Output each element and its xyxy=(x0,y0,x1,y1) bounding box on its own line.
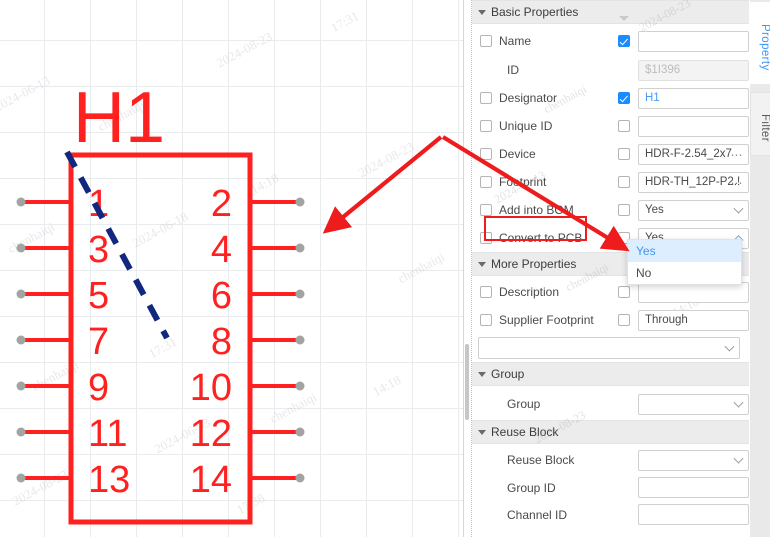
chevron-down-icon xyxy=(733,453,744,464)
panel-content: 2024-08-23 chenhaiqi 17:31 2024-06-13 ch… xyxy=(472,0,749,537)
annotation-arrow-left xyxy=(322,135,443,234)
row-label: Unique ID xyxy=(499,119,553,133)
supplier-footprint-enable-checkbox[interactable] xyxy=(618,314,630,326)
more-options-icon[interactable]: ⋯ xyxy=(731,176,744,190)
designator-enable-checkbox[interactable] xyxy=(618,92,630,104)
row-device: Device HDR-F-2.54_2x7 ⋯ xyxy=(472,140,749,168)
tab-property[interactable]: Property xyxy=(750,2,770,84)
device-label-checkbox[interactable] xyxy=(480,148,492,160)
unique-id-enable-checkbox[interactable] xyxy=(618,120,630,132)
description-enable-checkbox[interactable] xyxy=(618,286,630,298)
section-header-basic-properties[interactable]: Basic Properties xyxy=(472,0,749,24)
panel-tab-strip: Property Filter xyxy=(750,0,770,537)
section-body-more-properties: Description Supplier Footprint Through xyxy=(472,276,749,362)
row-label: Device xyxy=(499,147,536,161)
row-label: Footprint xyxy=(499,175,547,189)
group-select[interactable] xyxy=(638,393,749,415)
footprint-value: HDR-TH_12P-P2.! xyxy=(645,176,741,188)
row-label: Add into BOM xyxy=(499,203,574,217)
row-channel-id: Channel ID xyxy=(472,501,749,528)
row-footprint: Footprint HDR-TH_12P-P2.! ⋯ xyxy=(472,168,749,196)
row-label: Channel ID xyxy=(507,507,568,522)
name-enable-checkbox[interactable] xyxy=(618,35,630,47)
row-supplier-footprint: Supplier Footprint Through xyxy=(472,306,749,334)
row-label: ID xyxy=(507,63,519,77)
row-label: Description xyxy=(499,285,560,299)
row-label: Name xyxy=(499,34,532,48)
row-group: Group xyxy=(472,388,749,420)
row-group-id: Group ID xyxy=(472,474,749,501)
chevron-down-icon xyxy=(724,341,735,352)
convert-to-pcb-label-checkbox[interactable] xyxy=(480,232,492,244)
add-into-bom-label-checkbox[interactable] xyxy=(480,204,492,216)
add-into-bom-select[interactable]: Yes xyxy=(638,199,749,221)
device-value: HDR-F-2.54_2x7 xyxy=(645,148,732,160)
more-options-icon[interactable]: ⋯ xyxy=(731,148,744,162)
chevron-down-icon xyxy=(733,203,744,214)
description-label-checkbox[interactable] xyxy=(480,286,492,298)
chevron-down-icon xyxy=(478,372,486,377)
row-label: Convert to PCB xyxy=(499,231,583,245)
chevron-down-icon xyxy=(478,430,486,435)
panel-scrollbar-thumb[interactable] xyxy=(465,344,469,420)
group-id-input[interactable] xyxy=(638,477,749,498)
footprint-input[interactable]: HDR-TH_12P-P2.! ⋯ xyxy=(638,171,749,193)
footprint-enable-checkbox[interactable] xyxy=(618,176,630,188)
device-input[interactable]: HDR-F-2.54_2x7 ⋯ xyxy=(638,143,749,165)
reuse-block-select[interactable] xyxy=(638,449,749,471)
section-title: More Properties xyxy=(491,257,577,271)
id-input: $1I396 xyxy=(638,59,749,81)
unique-id-input[interactable] xyxy=(638,115,749,137)
section-body-group: Group xyxy=(472,386,749,420)
collapse-triangle-icon[interactable] xyxy=(619,16,629,21)
row-id: ID $1I396 xyxy=(472,56,749,84)
section-body-basic-properties: Name ID $1I396 Designator H1 Unique ID D… xyxy=(472,16,749,252)
section-header-reuse-block[interactable]: Reuse Block xyxy=(472,420,749,444)
name-label-checkbox[interactable] xyxy=(480,35,492,47)
designator-input[interactable]: H1 xyxy=(638,87,749,109)
row-label: Group ID xyxy=(507,480,556,495)
section-header-group[interactable]: Group xyxy=(472,362,749,386)
chevron-down-icon xyxy=(733,397,744,408)
add-into-bom-value: Yes xyxy=(645,204,664,216)
property-panel: 2024-08-23 chenhaiqi 17:31 2024-06-13 ch… xyxy=(463,0,770,537)
chevron-down-icon xyxy=(478,10,486,15)
row-extra-select xyxy=(472,334,749,362)
tab-filter[interactable]: Filter xyxy=(750,92,770,156)
row-name: Name xyxy=(472,26,749,56)
supplier-footprint-label-checkbox[interactable] xyxy=(480,314,492,326)
chevron-down-icon xyxy=(478,262,486,267)
add-into-bom-enable-checkbox[interactable] xyxy=(618,204,630,216)
unique-id-label-checkbox[interactable] xyxy=(480,120,492,132)
name-input[interactable] xyxy=(638,30,749,52)
row-unique-id: Unique ID xyxy=(472,112,749,140)
supplier-footprint-input[interactable]: Through xyxy=(638,309,749,331)
row-add-into-bom: Add into BOM Yes xyxy=(472,196,749,224)
convert-to-pcb-dropdown-list[interactable]: Yes No xyxy=(627,239,742,285)
dropdown-option-yes[interactable]: Yes xyxy=(628,240,741,262)
section-title: Basic Properties xyxy=(491,5,579,19)
designator-label-checkbox[interactable] xyxy=(480,92,492,104)
section-title: Reuse Block xyxy=(491,425,559,439)
panel-scrollbar-track[interactable] xyxy=(464,0,472,537)
row-label: Group xyxy=(507,397,541,411)
dropdown-option-no[interactable]: No xyxy=(628,262,741,284)
channel-id-input[interactable] xyxy=(638,504,749,525)
app-root: 2024-06-13 chenhaiqi 2024-08-23 17:31 ch… xyxy=(0,0,770,537)
row-reuse-block: Reuse Block xyxy=(472,446,749,474)
section-body-reuse-block: Reuse Block Group ID Channel ID xyxy=(472,444,749,528)
section-title: Group xyxy=(491,367,525,381)
device-enable-checkbox[interactable] xyxy=(618,148,630,160)
row-label: Designator xyxy=(499,91,558,105)
footprint-label-checkbox[interactable] xyxy=(480,176,492,188)
extra-select[interactable] xyxy=(478,337,740,359)
row-label: Supplier Footprint xyxy=(499,313,594,327)
schematic-canvas[interactable]: 2024-06-13 chenhaiqi 2024-08-23 17:31 ch… xyxy=(0,0,463,537)
row-designator: Designator H1 xyxy=(472,84,749,112)
row-label: Reuse Block xyxy=(507,453,575,467)
